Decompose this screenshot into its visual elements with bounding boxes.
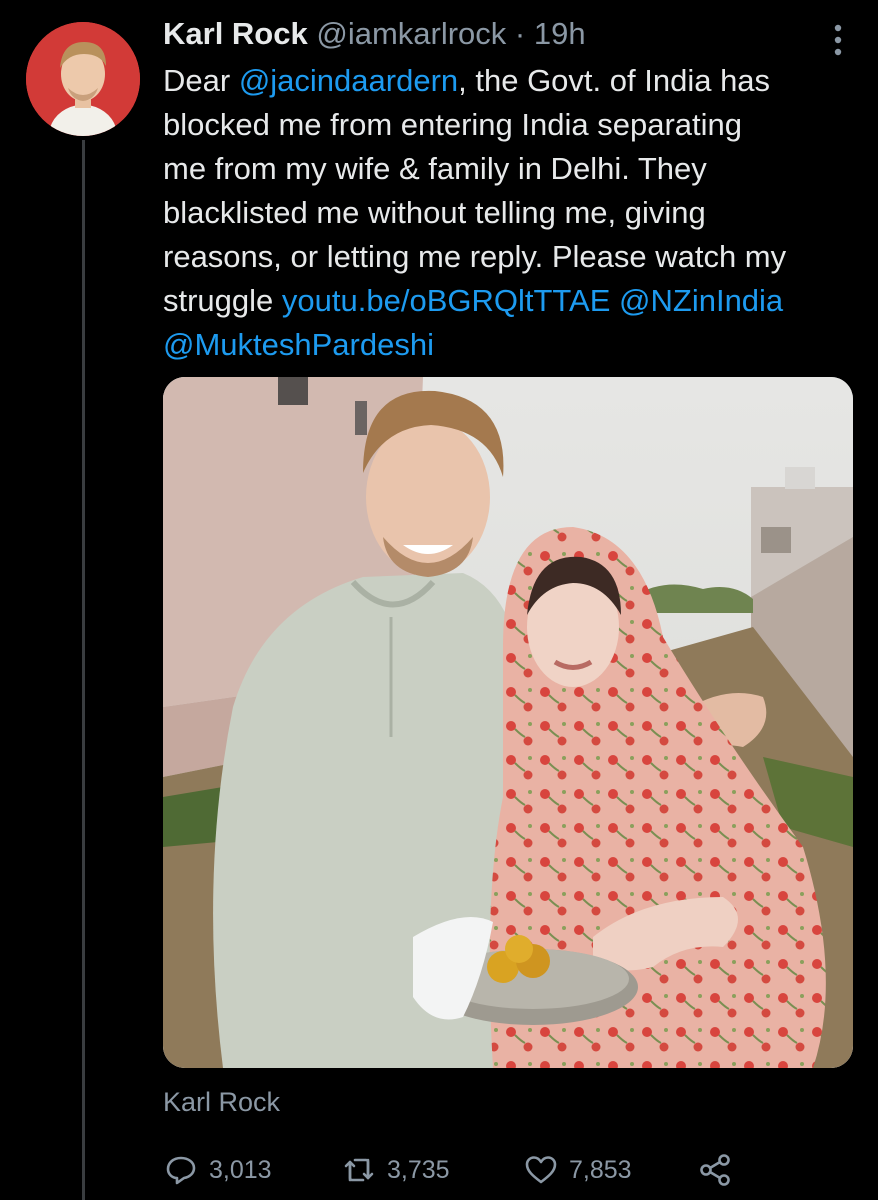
photo-couple (163, 377, 853, 1068)
separator-dot: · (514, 16, 526, 51)
reply-count: 3,013 (209, 1155, 272, 1184)
retweet-count: 3,735 (387, 1155, 450, 1184)
tweet-header: Karl Rock @iamkarlrock · 19h (163, 14, 586, 54)
heart-icon (525, 1156, 557, 1184)
tweet-actions: 3,013 3,735 7,853 (163, 1148, 853, 1192)
reply-icon (166, 1156, 196, 1185)
more-vertical-icon[interactable] (832, 22, 844, 58)
tweet-text-segment: blacklisted me without telling me, givin… (163, 195, 706, 230)
tweet-text-segment: reasons, or letting me reply. Please wat… (163, 239, 787, 274)
like-count: 7,853 (569, 1155, 632, 1184)
tweet-text-segment: me from my wife & family in Delhi. They (163, 151, 707, 186)
mention-link[interactable]: @NZinIndia (619, 283, 783, 318)
media-caption[interactable]: Karl Rock (163, 1084, 280, 1120)
tweet-text-segment: struggle (163, 283, 282, 318)
avatar-portrait (26, 22, 140, 136)
reply-button[interactable]: 3,013 (163, 1148, 272, 1192)
tweet-photo[interactable] (163, 377, 853, 1068)
tweet-text-segment (610, 283, 619, 318)
tweet-text-line: struggle youtu.be/oBGRQltTTAE @NZinIndia (163, 279, 863, 323)
author-handle[interactable]: @iamkarlrock (316, 16, 506, 51)
tweet-text-segment: blocked me from entering India separatin… (163, 107, 742, 142)
url-link[interactable]: youtu.be/oBGRQltTTAE (282, 283, 611, 318)
author-name[interactable]: Karl Rock (163, 16, 308, 51)
share-button[interactable] (697, 1148, 733, 1192)
tweet-text: Dear @jacindaardern, the Govt. of India … (163, 59, 863, 367)
like-button[interactable]: 7,853 (523, 1148, 632, 1192)
tweet-text-line: @MukteshPardeshi (163, 323, 863, 367)
mention-link[interactable]: @jacindaardern (239, 63, 458, 98)
tweet-text-line: reasons, or letting me reply. Please wat… (163, 235, 863, 279)
author-avatar[interactable] (26, 22, 140, 136)
tweet-text-segment: , the Govt. of India has (458, 63, 771, 98)
tweet-text-segment: Dear (163, 63, 239, 98)
tweet-text-line: Dear @jacindaardern, the Govt. of India … (163, 59, 863, 103)
mention-link[interactable]: @MukteshPardeshi (163, 327, 434, 362)
retweet-button[interactable]: 3,735 (341, 1148, 450, 1192)
tweet-timestamp[interactable]: 19h (534, 16, 586, 51)
tweet-text-line: blacklisted me without telling me, givin… (163, 191, 863, 235)
tweet-text-line: blocked me from entering India separatin… (163, 103, 863, 147)
retweet-icon (344, 1158, 374, 1182)
share-icon (700, 1154, 730, 1186)
tweet-text-line: me from my wife & family in Delhi. They (163, 147, 863, 191)
thread-line (82, 140, 85, 1200)
